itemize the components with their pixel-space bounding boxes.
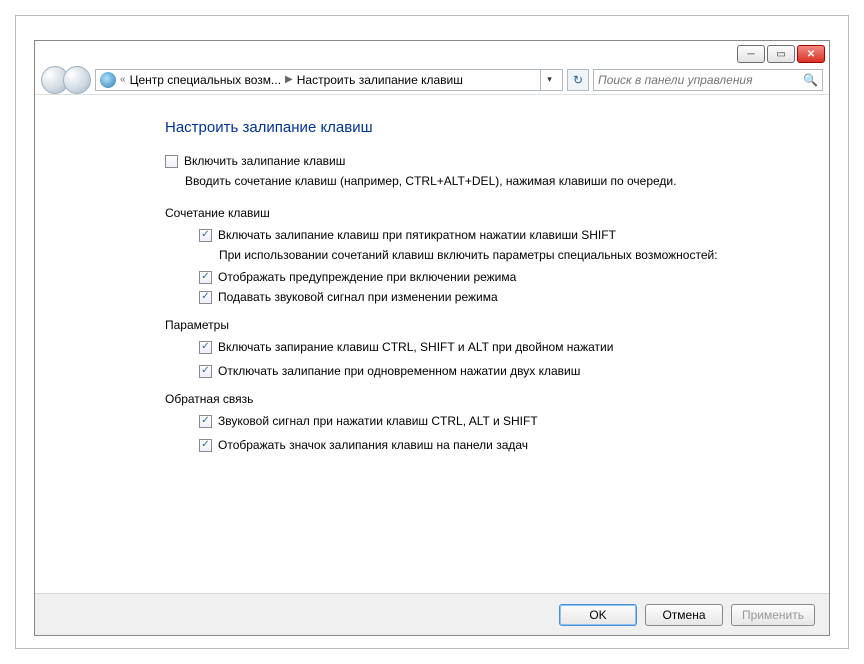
ok-button[interactable]: OK [559,604,637,626]
enable-sticky-keys-checkbox[interactable] [165,155,178,168]
shift-five-times-checkbox[interactable] [199,229,212,242]
section-subtext: При использовании сочетаний клавиш включ… [219,248,739,262]
main-description: Вводить сочетание клавиш (например, CTRL… [185,174,739,188]
section-keyboard-shortcut: Сочетание клавиш Включать залипание клав… [165,206,739,304]
checkbox-label: Включать запирание клавиш CTRL, SHIFT и … [218,340,613,354]
enable-sticky-keys-label: Включить залипание клавиш [184,154,345,168]
minimize-button[interactable]: ─ [737,45,765,63]
titlebar: ─ ▭ ✕ [35,41,829,65]
checkbox-label: Звуковой сигнал при нажатии клавиш CTRL,… [218,414,538,428]
chevron-left-icon: « [118,74,128,85]
nav-buttons [41,66,91,94]
content-area: Настроить залипание клавиш Включить зали… [35,95,829,593]
section-title: Параметры [165,318,739,332]
close-button[interactable]: ✕ [797,45,825,63]
checkbox-label: Отображать значок залипания клавиш на па… [218,438,528,452]
search-icon[interactable]: 🔍 [803,73,818,87]
chevron-right-icon: ▶ [283,74,295,85]
show-taskbar-icon-checkbox[interactable] [199,439,212,452]
page-title: Настроить залипание клавиш [165,119,739,136]
search-box[interactable]: 🔍 [593,69,823,91]
checkbox-label: Подавать звуковой сигнал при изменении р… [218,290,498,304]
outer-frame: ─ ▭ ✕ « Центр специальных возм... ▶ Наст… [15,15,849,649]
section-title: Сочетание клавиш [165,206,739,220]
checkbox-label: Включать залипание клавиш при пятикратно… [218,228,616,242]
maximize-button[interactable]: ▭ [767,45,795,63]
checkbox-label: Отключать залипание при одновременном на… [218,364,580,378]
search-input[interactable] [598,73,803,87]
address-bar: « Центр специальных возм... ▶ Настроить … [35,65,829,95]
section-feedback: Обратная связь Звуковой сигнал при нажат… [165,392,739,452]
breadcrumb-dropdown[interactable]: ▾ [540,70,558,90]
play-sound-checkbox[interactable] [199,291,212,304]
checkbox-label: Отображать предупреждение при включении … [218,270,516,284]
lock-modifier-checkbox[interactable] [199,341,212,354]
section-title: Обратная связь [165,392,739,406]
refresh-button[interactable]: ↻ [567,69,589,91]
show-warning-checkbox[interactable] [199,271,212,284]
sound-on-press-checkbox[interactable] [199,415,212,428]
apply-button[interactable]: Применить [731,604,815,626]
section-options: Параметры Включать запирание клавиш CTRL… [165,318,739,378]
cancel-button[interactable]: Отмена [645,604,723,626]
forward-button[interactable] [63,66,91,94]
breadcrumb-segment[interactable]: Центр специальных возм... [130,73,281,87]
window: ─ ▭ ✕ « Центр специальных возм... ▶ Наст… [34,40,830,636]
turn-off-two-keys-checkbox[interactable] [199,365,212,378]
footer: OK Отмена Применить [35,593,829,635]
breadcrumb-segment[interactable]: Настроить залипание клавиш [297,73,463,87]
control-panel-icon [100,72,116,88]
breadcrumb[interactable]: « Центр специальных возм... ▶ Настроить … [95,69,563,91]
